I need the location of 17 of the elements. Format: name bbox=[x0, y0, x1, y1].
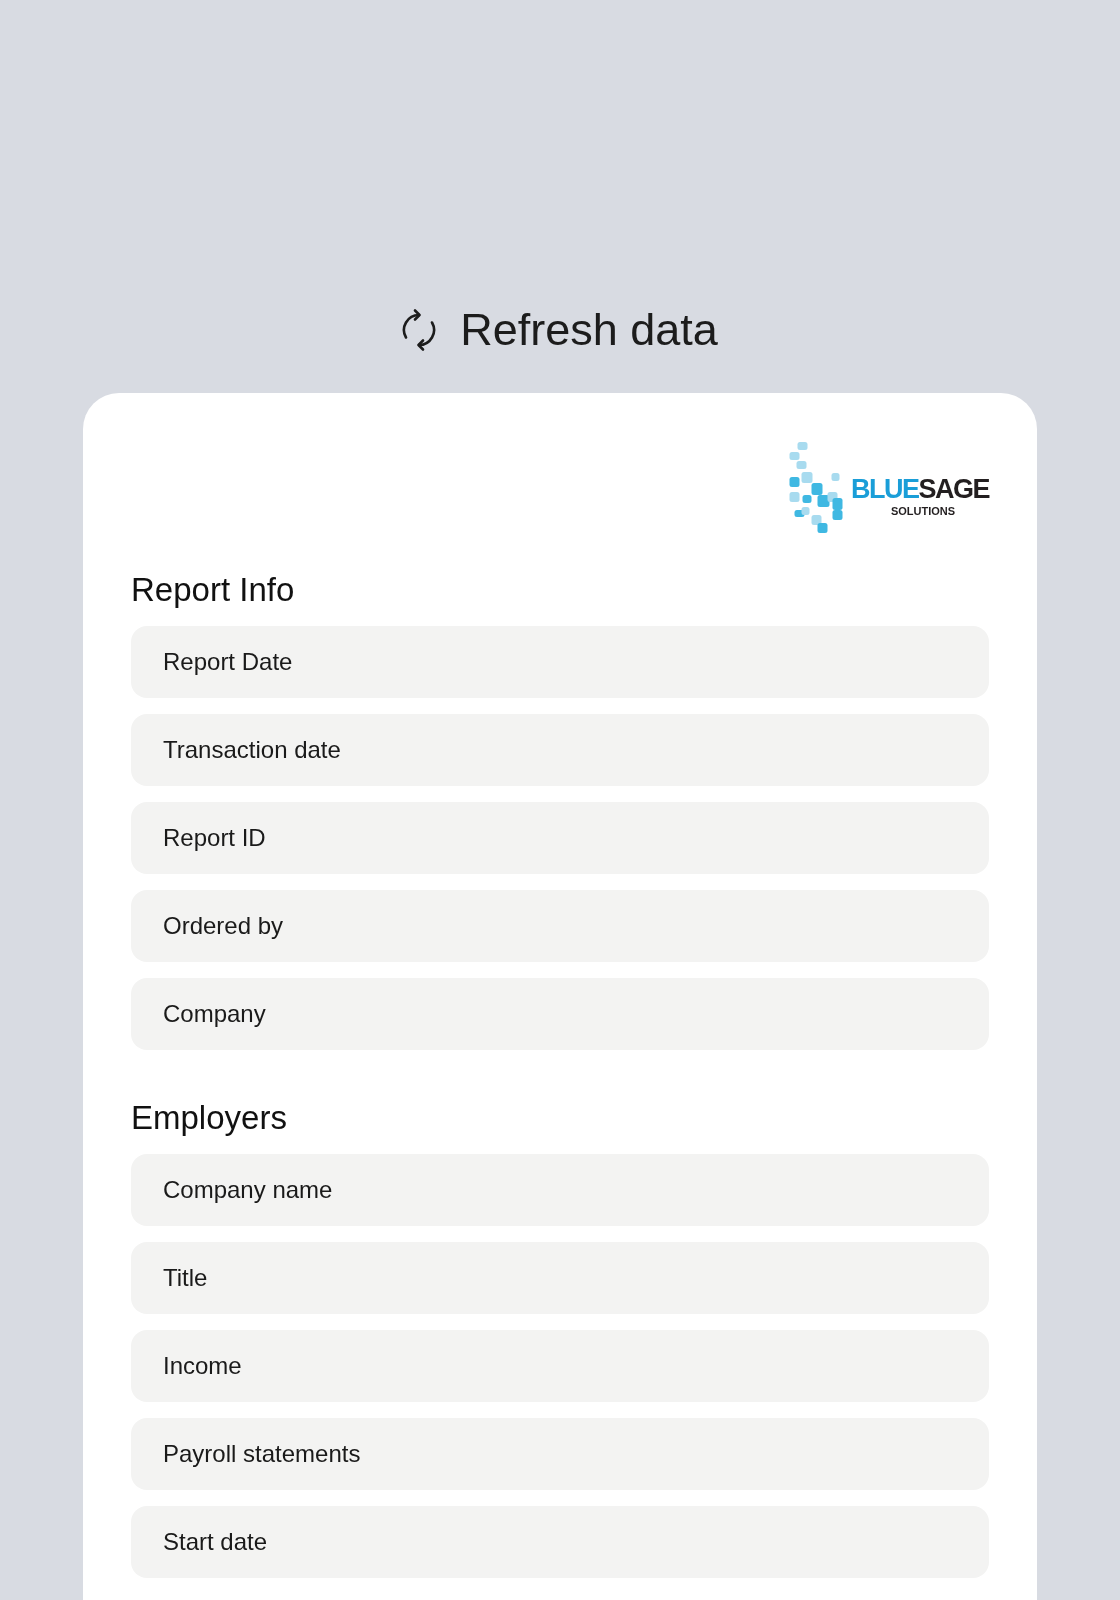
refresh-button[interactable]: Refresh data bbox=[402, 305, 718, 355]
logo-tagline: SOLUTIONS bbox=[890, 505, 956, 517]
logo-squares-icon bbox=[787, 441, 844, 534]
info-row: Ordered by bbox=[131, 890, 989, 962]
info-row: Payroll statements bbox=[131, 1418, 989, 1490]
info-row: Company name bbox=[131, 1154, 989, 1226]
refresh-icon bbox=[402, 308, 437, 352]
logo-wordmark: BLUESAGE bbox=[850, 475, 989, 503]
info-row: Transaction date bbox=[131, 714, 989, 786]
info-row: Title bbox=[131, 1242, 989, 1314]
info-row: Start date bbox=[131, 1506, 989, 1578]
info-row: Report ID bbox=[131, 802, 989, 874]
info-row: Company bbox=[131, 978, 989, 1050]
info-row: Report Date bbox=[131, 626, 989, 698]
section-heading: Employers bbox=[131, 1098, 288, 1138]
info-row: Income bbox=[131, 1330, 989, 1402]
section-heading: Report Info bbox=[131, 570, 296, 610]
